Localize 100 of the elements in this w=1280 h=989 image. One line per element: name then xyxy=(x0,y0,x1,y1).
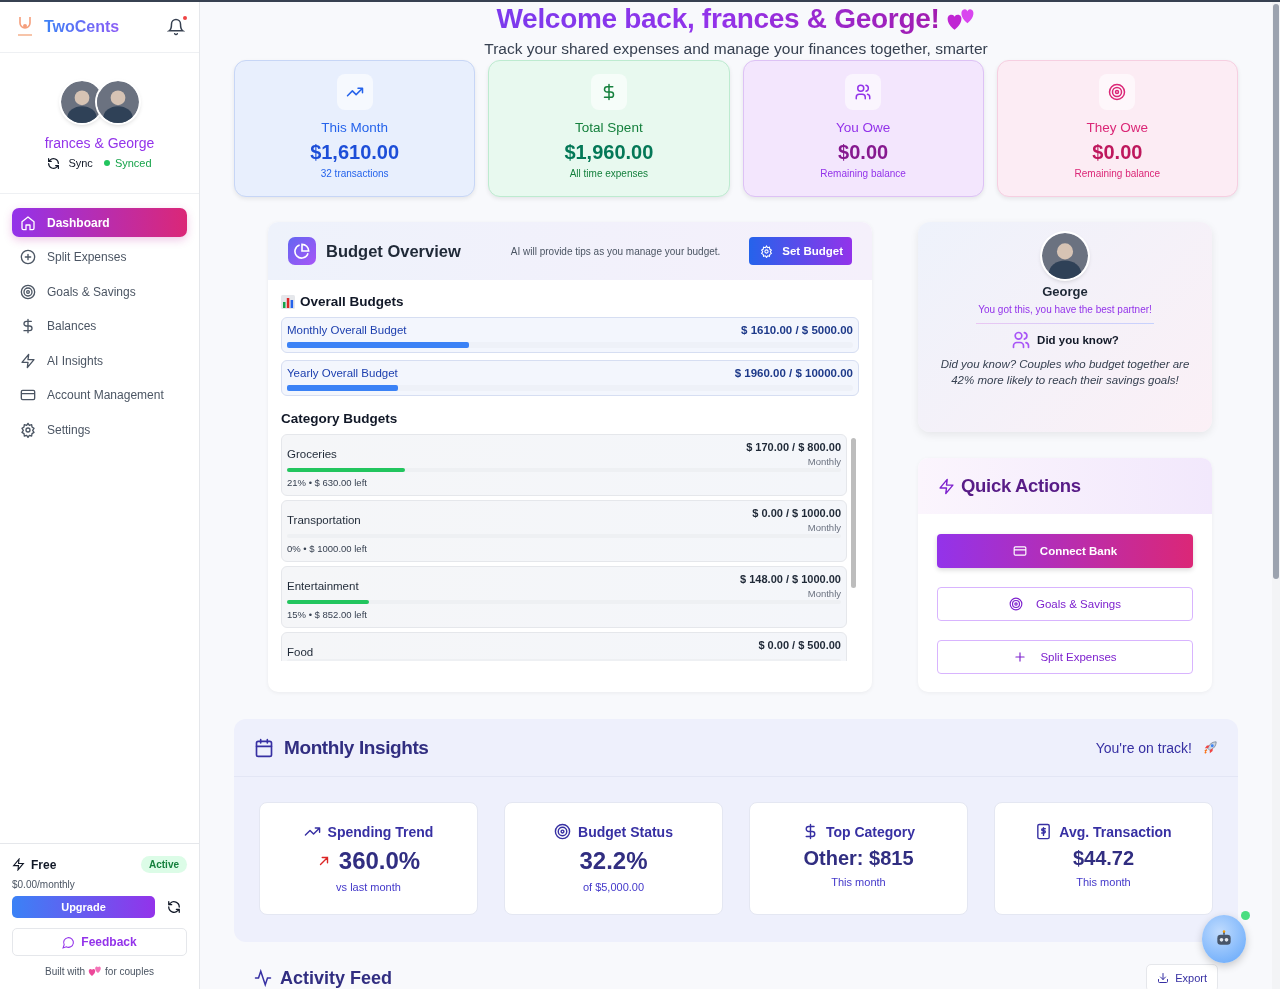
scrollbar[interactable] xyxy=(1273,4,1279,579)
stat-label: Total Spent xyxy=(575,120,643,135)
status-text: You're on track! xyxy=(1095,739,1192,756)
insight-label: Avg. Transaction xyxy=(1059,823,1172,840)
category-name: Transportation xyxy=(287,514,361,528)
card-icon xyxy=(1012,544,1027,558)
notifications-button[interactable] xyxy=(167,18,185,36)
section-title: Overall Budgets xyxy=(300,294,404,309)
card-icon xyxy=(20,387,36,403)
plan-price: $0.00/monthly xyxy=(12,879,76,890)
refresh-icon xyxy=(47,156,61,170)
target-icon xyxy=(1108,83,1127,101)
target-icon xyxy=(20,283,36,300)
category-amount: $ 148.00 / $ 1000.00 xyxy=(740,573,841,585)
stat-value: $1,960.00 xyxy=(564,141,654,164)
section-title: Activity Feed xyxy=(280,967,393,989)
nav-item[interactable]: Dashboard xyxy=(12,208,187,237)
lightning-icon xyxy=(938,477,955,495)
target-icon xyxy=(1009,597,1023,611)
category-name: Food xyxy=(287,646,314,658)
hearts-icon xyxy=(945,6,976,32)
tip-text: AI will provide tips as you manage your budget. xyxy=(510,245,721,257)
insight-note: This month xyxy=(831,876,886,888)
action-button[interactable]: Split Expenses xyxy=(937,640,1193,674)
dollar-icon xyxy=(20,318,36,334)
insight-note: vs last month xyxy=(336,881,401,893)
nav-item[interactable]: Split Expenses xyxy=(12,242,187,272)
scrollbar[interactable] xyxy=(851,438,856,588)
panel-title: Quick Actions xyxy=(961,475,1081,497)
insight-value: Other: $815 xyxy=(803,847,914,870)
insight-value: 360.0% xyxy=(338,847,421,875)
budget-name: Monthly Overall Budget xyxy=(287,324,407,336)
receipt-icon xyxy=(1035,823,1053,840)
bell-icon xyxy=(167,18,185,36)
category-summary: 21% • $ 630.00 left xyxy=(287,477,368,488)
category-amount: $ 0.00 / $ 1000.00 xyxy=(752,507,841,519)
nav-item[interactable]: Balances xyxy=(12,311,187,341)
hearts-icon xyxy=(88,965,103,977)
category-period: Monthly xyxy=(807,456,841,467)
feedback-button[interactable]: Feedback xyxy=(12,928,187,956)
set-budget-button[interactable]: Set Budget xyxy=(749,237,852,265)
insight-value: 32.2% xyxy=(579,847,648,875)
section-title: Category Budgets xyxy=(281,411,399,426)
couple-names: frances & George xyxy=(44,134,155,151)
category-amount: $ 170.00 / $ 800.00 xyxy=(746,441,841,453)
plus-circle-icon xyxy=(20,249,36,265)
action-button[interactable]: Goals & Savings xyxy=(937,587,1193,621)
insight-note: of $5,000.00 xyxy=(582,881,645,893)
budget-name: Yearly Overall Budget xyxy=(287,367,398,379)
footer-text: for couples xyxy=(105,965,154,977)
people-icon xyxy=(854,83,873,101)
nav-item[interactable]: Goals & Savings xyxy=(12,277,187,306)
lightning-icon xyxy=(20,352,36,369)
upgrade-button[interactable]: Upgrade xyxy=(12,896,155,918)
plus-icon xyxy=(1013,650,1028,664)
plan-name: Free xyxy=(31,857,57,872)
nav-item[interactable]: AI Insights xyxy=(12,346,187,375)
pie-chart-icon xyxy=(288,237,316,265)
partner-message: You got this, you have the best partner! xyxy=(978,304,1152,315)
stat-label: This Month xyxy=(321,120,388,135)
settings-icon xyxy=(20,421,36,438)
stat-value: $1,610.00 xyxy=(310,141,400,164)
status-dot xyxy=(103,160,110,166)
category-name: Entertainment xyxy=(287,580,359,594)
nav-item[interactable]: Settings xyxy=(12,415,187,444)
panel-title: Budget Overview xyxy=(326,241,461,261)
online-dot xyxy=(1241,911,1250,920)
export-button[interactable]: Export xyxy=(1146,964,1218,989)
category-amount: $ 0.00 / $ 500.00 xyxy=(758,639,841,651)
panel-title: Monthly Insights xyxy=(284,736,429,759)
activity-icon xyxy=(254,969,272,987)
fact-title: Did you know? xyxy=(1037,334,1119,346)
refresh-icon[interactable] xyxy=(167,900,181,914)
fact-text: Did you know? Couples who budget together are 42% more likely to reach their savings goals! xyxy=(939,357,1191,388)
avatar xyxy=(1042,233,1088,279)
stat-note: Remaining balance xyxy=(820,168,906,179)
sync-button[interactable]: Sync xyxy=(47,156,99,170)
partner-name: George xyxy=(1042,284,1088,299)
budget-amount: $ 1610.00 / $ 5000.00 xyxy=(741,324,853,336)
insight-note: This month xyxy=(1076,876,1131,888)
stat-value: $0.00 xyxy=(1092,141,1143,164)
action-button[interactable]: Connect Bank xyxy=(937,534,1193,568)
people-icon xyxy=(1011,330,1032,350)
category-name: Groceries xyxy=(287,448,337,462)
stat-note: 32 transactions xyxy=(320,168,389,179)
insight-value: $44.72 xyxy=(1072,847,1135,870)
stat-note: All time expenses xyxy=(569,168,649,179)
lightning-icon xyxy=(12,858,25,871)
stat-label: You Owe xyxy=(835,120,891,135)
stat-value: $0.00 xyxy=(838,141,889,164)
avatar xyxy=(96,80,139,123)
insight-label: Budget Status xyxy=(578,823,673,840)
insight-label: Spending Trend xyxy=(327,823,434,840)
insight-label: Top Category xyxy=(825,823,916,840)
stat-note: Remaining balance xyxy=(1074,168,1161,179)
nav-item[interactable]: Account Management xyxy=(12,380,187,410)
status-badge: Active xyxy=(141,856,187,873)
target-icon xyxy=(554,823,572,840)
category-summary: 0% • $ 1000.00 left xyxy=(287,543,368,554)
bar-chart-icon xyxy=(281,294,295,309)
